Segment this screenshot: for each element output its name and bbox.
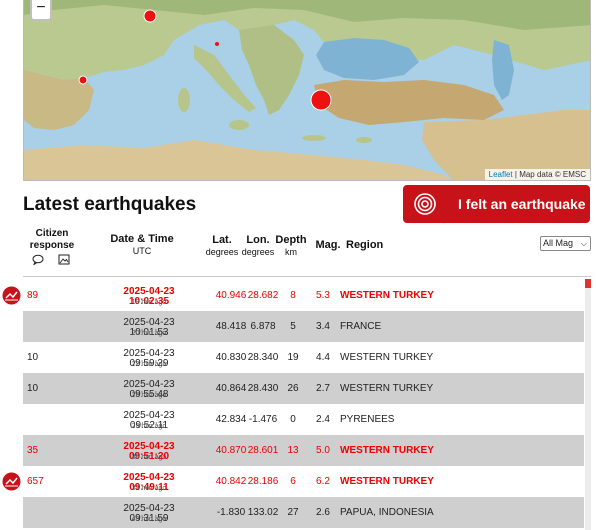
event-magnitude: 5.3: [316, 290, 330, 301]
header-mag[interactable]: Mag.: [312, 239, 344, 251]
felt-earthquake-button[interactable]: I felt an earthquake: [403, 185, 590, 223]
header-datetime-label: Date & Time: [110, 233, 174, 245]
event-time-ago: 29 min ago: [131, 423, 167, 430]
table-row[interactable]: 2025-04-23 09:52:11 29 min ago 42.834 -1.47…: [23, 404, 584, 435]
event-longitude: -1.476: [248, 414, 278, 425]
event-depth: 0: [290, 414, 296, 425]
table-row[interactable]: 2025-04-23 09:31:59 49 min ago -1.830 133.0…: [23, 497, 584, 528]
event-longitude: 133.02: [247, 507, 279, 518]
felt-target-icon: [414, 193, 436, 215]
felt-report-icon: [2, 472, 21, 491]
felt-report-icon: [2, 286, 21, 305]
event-magnitude: 6.2: [316, 476, 330, 487]
map-attribution: Leaflet | Map data © EMSC: [484, 169, 590, 180]
header-lon: Lon. degrees: [240, 234, 276, 258]
comment-icon[interactable]: [32, 254, 44, 265]
event-time-ago: 20 min ago: [131, 330, 167, 337]
header-lat-unit: degrees: [205, 247, 239, 257]
event-time-ago: 49 min ago: [131, 516, 167, 523]
header-depth: Depth km: [274, 234, 308, 258]
event-depth: 5: [290, 321, 296, 332]
header-lon-label: Lon.: [246, 234, 270, 246]
event-longitude: 28.186: [247, 476, 279, 487]
header-lat: Lat. degrees: [203, 234, 241, 258]
header-citizen-response: Citizen response: [26, 228, 78, 265]
event-region: PAPUA, INDONESIA: [340, 507, 434, 518]
event-longitude: 28.430: [247, 383, 279, 394]
table-row[interactable]: 657 2025-04-23 09:49:11 32 min ago 40.842 28…: [23, 466, 584, 497]
table-row[interactable]: 35 2025-04-23 09:51:20 30 min ago 40.870 28.…: [23, 435, 584, 466]
event-time-ago: 32 min ago: [131, 485, 167, 492]
table-row[interactable]: 89 2025-04-23 10:02:35 19 min ago 40.946 28.…: [23, 280, 584, 311]
header-lat-label: Lat.: [212, 234, 232, 246]
page-title: Latest earthquakes: [23, 194, 197, 215]
citizen-count: 10: [27, 352, 39, 363]
magnitude-filter-value: All Mag: [543, 238, 574, 248]
earthquake-table-body: 89 2025-04-23 10:02:35 19 min ago 40.946 28.…: [23, 280, 584, 528]
map-marker[interactable]: [143, 9, 157, 23]
scrollbar-track[interactable]: [585, 279, 591, 530]
event-time-ago: 22 min ago: [131, 361, 167, 368]
event-time-ago: 19 min ago: [131, 299, 167, 306]
event-depth: 27: [287, 507, 299, 518]
table-row[interactable]: 2025-04-23 10:01:53 20 min ago 48.418 6.878…: [23, 311, 584, 342]
event-depth: 8: [290, 290, 296, 301]
event-magnitude: 2.6: [316, 507, 330, 518]
leaflet-link[interactable]: Leaflet: [489, 170, 513, 179]
event-magnitude: 5.0: [316, 445, 330, 456]
event-region: FRANCE: [340, 321, 382, 332]
event-time-ago: 30 min ago: [131, 454, 167, 461]
attribution-text: | Map data © EMSC: [514, 170, 586, 179]
event-depth: 13: [287, 445, 299, 456]
zoom-out-button[interactable]: −: [30, 0, 52, 21]
event-longitude: 28.682: [247, 290, 279, 301]
magnitude-filter-select[interactable]: All Mag ⌵: [540, 236, 591, 251]
event-depth: 26: [287, 383, 299, 394]
event-region: WESTERN TURKEY: [340, 290, 434, 301]
chevron-down-icon: ⌵: [580, 239, 587, 248]
event-longitude: 28.601: [247, 445, 279, 456]
event-depth: 6: [290, 476, 296, 487]
event-time-ago: 26 min ago: [131, 392, 167, 399]
citizen-count: 35: [27, 445, 39, 456]
event-region: WESTERN TURKEY: [340, 383, 434, 394]
map-marker[interactable]: [78, 75, 88, 85]
event-region: WESTERN TURKEY: [340, 352, 434, 363]
event-region: WESTERN TURKEY: [340, 476, 434, 487]
header-datetime: Date & Time UTC: [104, 233, 180, 257]
table-row[interactable]: 10 2025-04-23 09:55:48 26 min ago 40.864 28.…: [23, 373, 584, 404]
header-citizen-label: Citizen response: [29, 228, 75, 251]
citizen-count: 89: [27, 290, 39, 301]
citizen-count: 10: [27, 383, 39, 394]
event-longitude: 28.340: [247, 352, 279, 363]
header-depth-label: Depth: [275, 234, 307, 246]
picture-icon[interactable]: [58, 254, 70, 265]
citizen-count: 657: [27, 476, 44, 487]
map-background: [24, 0, 590, 180]
header-depth-unit: km: [285, 247, 297, 257]
event-magnitude: 2.7: [316, 383, 330, 394]
map-marker[interactable]: [215, 42, 219, 46]
earthquake-map[interactable]: − Leaflet | Map data © EMSC: [23, 0, 591, 181]
header-region[interactable]: Region: [346, 239, 406, 251]
table-row[interactable]: 10 2025-04-23 09:59:29 22 min ago 40.830 28.…: [23, 342, 584, 373]
map-marker[interactable]: [318, 96, 330, 108]
event-magnitude: 4.4: [316, 352, 330, 363]
event-magnitude: 3.4: [316, 321, 330, 332]
felt-button-label: I felt an earthquake: [458, 196, 586, 212]
event-region: PYRENEES: [340, 414, 395, 425]
table-divider: [23, 276, 591, 277]
event-longitude: 6.878: [250, 321, 276, 332]
event-region: WESTERN TURKEY: [340, 445, 434, 456]
scrollbar-thumb[interactable]: [585, 279, 591, 288]
header-datetime-unit: UTC: [132, 246, 152, 256]
event-magnitude: 2.4: [316, 414, 330, 425]
event-depth: 19: [287, 352, 299, 363]
header-lon-unit: degrees: [241, 247, 275, 257]
